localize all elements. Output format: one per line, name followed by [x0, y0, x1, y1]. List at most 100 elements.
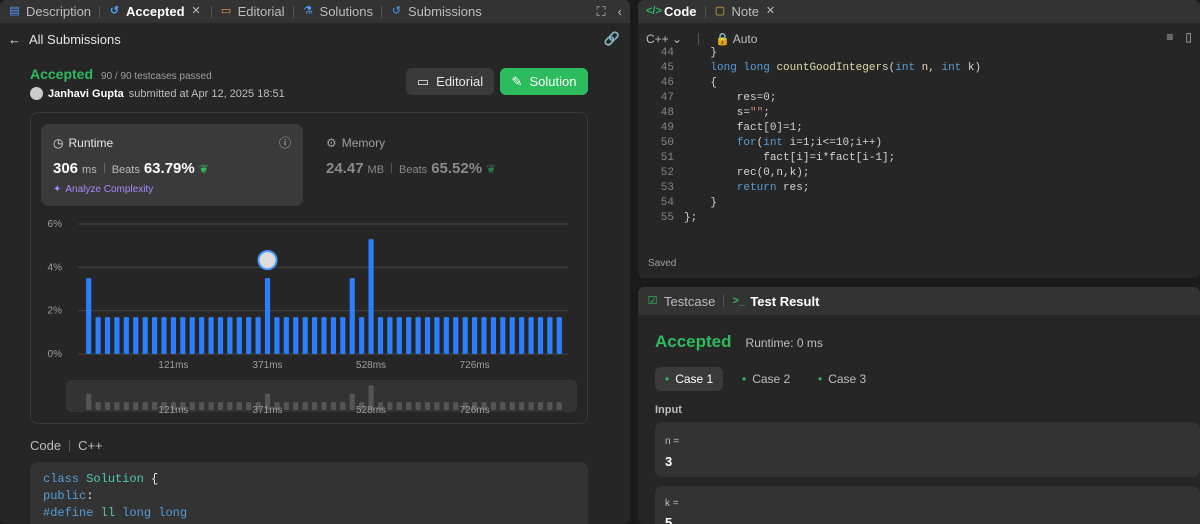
runtime-bar[interactable]: [368, 239, 374, 354]
code-line[interactable]: res=0;: [684, 92, 777, 104]
case-2-tab[interactable]: • Case 2: [732, 367, 800, 391]
runtime-distribution-chart[interactable]: 6% 4% 2% 0% 121ms 371ms 528ms 726ms 121ms 371ms 52…: [30, 214, 588, 414]
runtime-bar[interactable]: [161, 317, 167, 354]
runtime-bar[interactable]: [246, 317, 252, 354]
tab-code[interactable]: </> Code: [638, 0, 705, 23]
runtime-bar[interactable]: [359, 317, 365, 354]
runtime-bar[interactable]: [199, 317, 205, 354]
runtime-bar[interactable]: [321, 317, 327, 354]
code-line[interactable]: for(int i=1;i<=10;i++): [684, 137, 882, 149]
code-line[interactable]: fact[0]=1;: [684, 122, 803, 134]
runtime-bar[interactable]: [490, 317, 496, 354]
runtime-bar[interactable]: [133, 317, 139, 354]
tab-submissions[interactable]: ↺ Submissions: [382, 0, 490, 23]
back-arrow-icon[interactable]: ←: [8, 32, 21, 47]
auto-mode[interactable]: 🔒 Auto: [715, 32, 757, 46]
code-line[interactable]: fact[i]=i*fact[i-1];: [684, 152, 895, 164]
language-select[interactable]: C++ ⌄: [646, 32, 682, 46]
runtime-bar[interactable]: [406, 317, 412, 354]
code-line[interactable]: }: [684, 197, 717, 209]
runtime-bar[interactable]: [208, 317, 214, 354]
runtime-bar[interactable]: [472, 317, 478, 354]
case-1-tab[interactable]: • Case 1: [655, 367, 724, 391]
user-name[interactable]: Janhavi Gupta: [48, 88, 124, 100]
chevron-left-icon[interactable]: ‹: [618, 4, 622, 19]
runtime-bar[interactable]: [453, 317, 459, 354]
runtime-bar[interactable]: [142, 317, 148, 354]
runtime-bar[interactable]: [95, 317, 101, 354]
tab-description[interactable]: ▤ Description: [0, 0, 99, 23]
analyze-complexity-link[interactable]: ✦ Analyze Complexity: [53, 184, 153, 195]
runtime-bar[interactable]: [349, 278, 355, 354]
runtime-bar[interactable]: [227, 317, 233, 354]
runtime-bar[interactable]: [377, 317, 384, 354]
runtime-bar[interactable]: [152, 317, 158, 354]
tab-editorial[interactable]: ▭ Editorial: [212, 0, 293, 23]
format-icon[interactable]: ≡: [1166, 30, 1173, 44]
tab-test-result[interactable]: >_ Test Result: [724, 287, 827, 315]
runtime-bar[interactable]: [481, 317, 487, 354]
runtime-bar[interactable]: [114, 317, 120, 354]
code-line[interactable]: }: [684, 47, 717, 59]
runtime-bar[interactable]: [123, 317, 129, 354]
runtime-bar[interactable]: [312, 317, 318, 354]
your-submission-marker[interactable]: [257, 250, 278, 271]
runtime-bar[interactable]: [387, 317, 393, 354]
runtime-card[interactable]: ◷ Runtime ⓘ 306 ms Beats 63.79% ❦ ✦ Analyz…: [41, 124, 303, 206]
runtime-bar[interactable]: [274, 317, 280, 354]
runtime-bar[interactable]: [424, 317, 431, 354]
avatar[interactable]: [30, 87, 43, 100]
link-icon[interactable]: 🔗: [604, 31, 620, 47]
runtime-bar[interactable]: [528, 317, 534, 354]
runtime-bar[interactable]: [302, 317, 308, 354]
tab-note[interactable]: ▢ Note ✕: [706, 0, 785, 23]
bookmark-icon[interactable]: ▯: [1185, 30, 1192, 44]
code-line[interactable]: long long countGoodIntegers(int n, int k…: [684, 62, 981, 74]
code-line[interactable]: return res;: [684, 182, 810, 194]
runtime-bar[interactable]: [283, 317, 289, 354]
test-tabbar: ☑ Testcase >_ Test Result: [638, 287, 1200, 315]
close-icon[interactable]: ✕: [190, 5, 203, 18]
runtime-bar[interactable]: [537, 317, 544, 354]
code-line[interactable]: };: [684, 212, 697, 224]
code-line[interactable]: {: [684, 77, 717, 89]
runtime-bar[interactable]: [396, 317, 402, 354]
runtime-bar[interactable]: [556, 317, 562, 354]
runtime-bar[interactable]: [104, 317, 111, 354]
code-line[interactable]: s="";: [684, 107, 770, 119]
runtime-bar[interactable]: [509, 317, 515, 354]
runtime-bar[interactable]: [500, 317, 506, 354]
vertical-splitter[interactable]: [630, 0, 638, 524]
runtime-bar[interactable]: [189, 317, 195, 354]
runtime-bar[interactable]: [236, 317, 242, 354]
fullscreen-icon[interactable]: ⛶: [597, 4, 606, 20]
tab-solutions[interactable]: ⚗ Solutions: [294, 0, 381, 23]
all-submissions-link[interactable]: All Submissions: [29, 32, 121, 47]
runtime-bar[interactable]: [519, 317, 525, 354]
runtime-bar[interactable]: [170, 317, 176, 354]
runtime-bar[interactable]: [180, 317, 186, 354]
close-icon[interactable]: ✕: [764, 5, 777, 18]
runtime-bar[interactable]: [217, 317, 224, 354]
solution-button[interactable]: ✎ Solution: [500, 68, 588, 95]
runtime-bar[interactable]: [443, 317, 449, 354]
runtime-bar[interactable]: [86, 278, 92, 354]
editorial-button[interactable]: ▭ Editorial: [406, 68, 494, 95]
runtime-bar[interactable]: [340, 317, 346, 354]
case-3-tab[interactable]: • Case 3: [808, 367, 876, 391]
runtime-bar[interactable]: [264, 278, 271, 354]
runtime-bar[interactable]: [415, 317, 421, 354]
info-icon[interactable]: ⓘ: [279, 134, 291, 151]
memory-card[interactable]: ⚙ Memory 24.47 MB Beats 65.52% ❦: [326, 124, 556, 206]
runtime-bar[interactable]: [547, 317, 553, 354]
runtime-bar[interactable]: [330, 317, 336, 354]
tab-accepted[interactable]: ↺ Accepted ✕: [100, 0, 211, 23]
y-tick-label: 0%: [48, 349, 63, 360]
horizontal-splitter[interactable]: [638, 278, 1200, 287]
runtime-bar[interactable]: [293, 317, 299, 354]
tab-testcase[interactable]: ☑ Testcase: [638, 287, 723, 315]
code-line[interactable]: rec(0,n,k);: [684, 167, 810, 179]
runtime-bar[interactable]: [255, 317, 261, 354]
runtime-bar[interactable]: [462, 317, 468, 354]
runtime-bar[interactable]: [434, 317, 440, 354]
